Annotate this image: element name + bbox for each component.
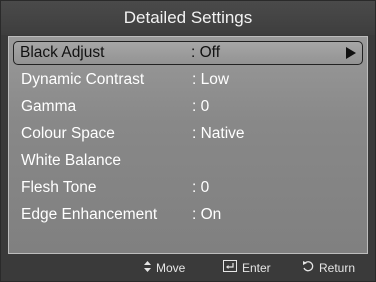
- menu-item-label: Dynamic Contrast: [21, 71, 145, 88]
- up-down-arrows-icon: [144, 255, 151, 281]
- menu-item-edge-enhancement[interactable]: Edge Enhancement : On: [13, 203, 363, 227]
- return-hint: Return: [302, 255, 355, 281]
- menu-item-label: Edge Enhancement: [21, 206, 158, 223]
- menu-item-value: : 0: [192, 98, 210, 115]
- return-label: Return: [319, 261, 356, 275]
- menu-item-white-balance[interactable]: White Balance: [13, 149, 363, 173]
- right-arrow-icon: [346, 47, 356, 59]
- return-icon: [302, 255, 314, 281]
- menu-item-colour-space[interactable]: Colour Space : Native: [13, 122, 363, 146]
- enter-label: Enter: [242, 261, 271, 275]
- move-label: Move: [156, 261, 186, 275]
- menu-item-gamma[interactable]: Gamma : 0: [13, 95, 363, 119]
- enter-hint: Enter: [223, 255, 271, 281]
- menu-item-label: White Balance: [21, 152, 121, 169]
- menu-item-dynamic-contrast[interactable]: Dynamic Contrast : Low: [13, 68, 363, 92]
- menu-item-value: : Low: [192, 71, 230, 88]
- osd-window: Detailed Settings Black Adjust : Off Dyn…: [0, 0, 376, 282]
- menu-item-value: : On: [192, 206, 222, 223]
- menu-item-label: Colour Space: [21, 125, 115, 142]
- menu-item-label: Black Adjust: [20, 44, 105, 61]
- menu-item-label: Gamma: [21, 98, 77, 115]
- menu-item-value: : Native: [192, 125, 245, 142]
- footer-hints: Move Enter Return: [1, 255, 375, 281]
- page-title: Detailed Settings: [1, 1, 375, 35]
- menu-item-label: Flesh Tone: [21, 179, 97, 196]
- settings-menu: Black Adjust : Off Dynamic Contrast : Lo…: [8, 36, 368, 254]
- menu-item-value: : 0: [192, 179, 210, 196]
- move-hint: Move: [144, 255, 185, 281]
- menu-item-black-adjust[interactable]: Black Adjust : Off: [13, 41, 363, 65]
- menu-item-flesh-tone[interactable]: Flesh Tone : 0: [13, 176, 363, 200]
- enter-icon: [223, 255, 237, 281]
- menu-item-value: : Off: [191, 44, 221, 61]
